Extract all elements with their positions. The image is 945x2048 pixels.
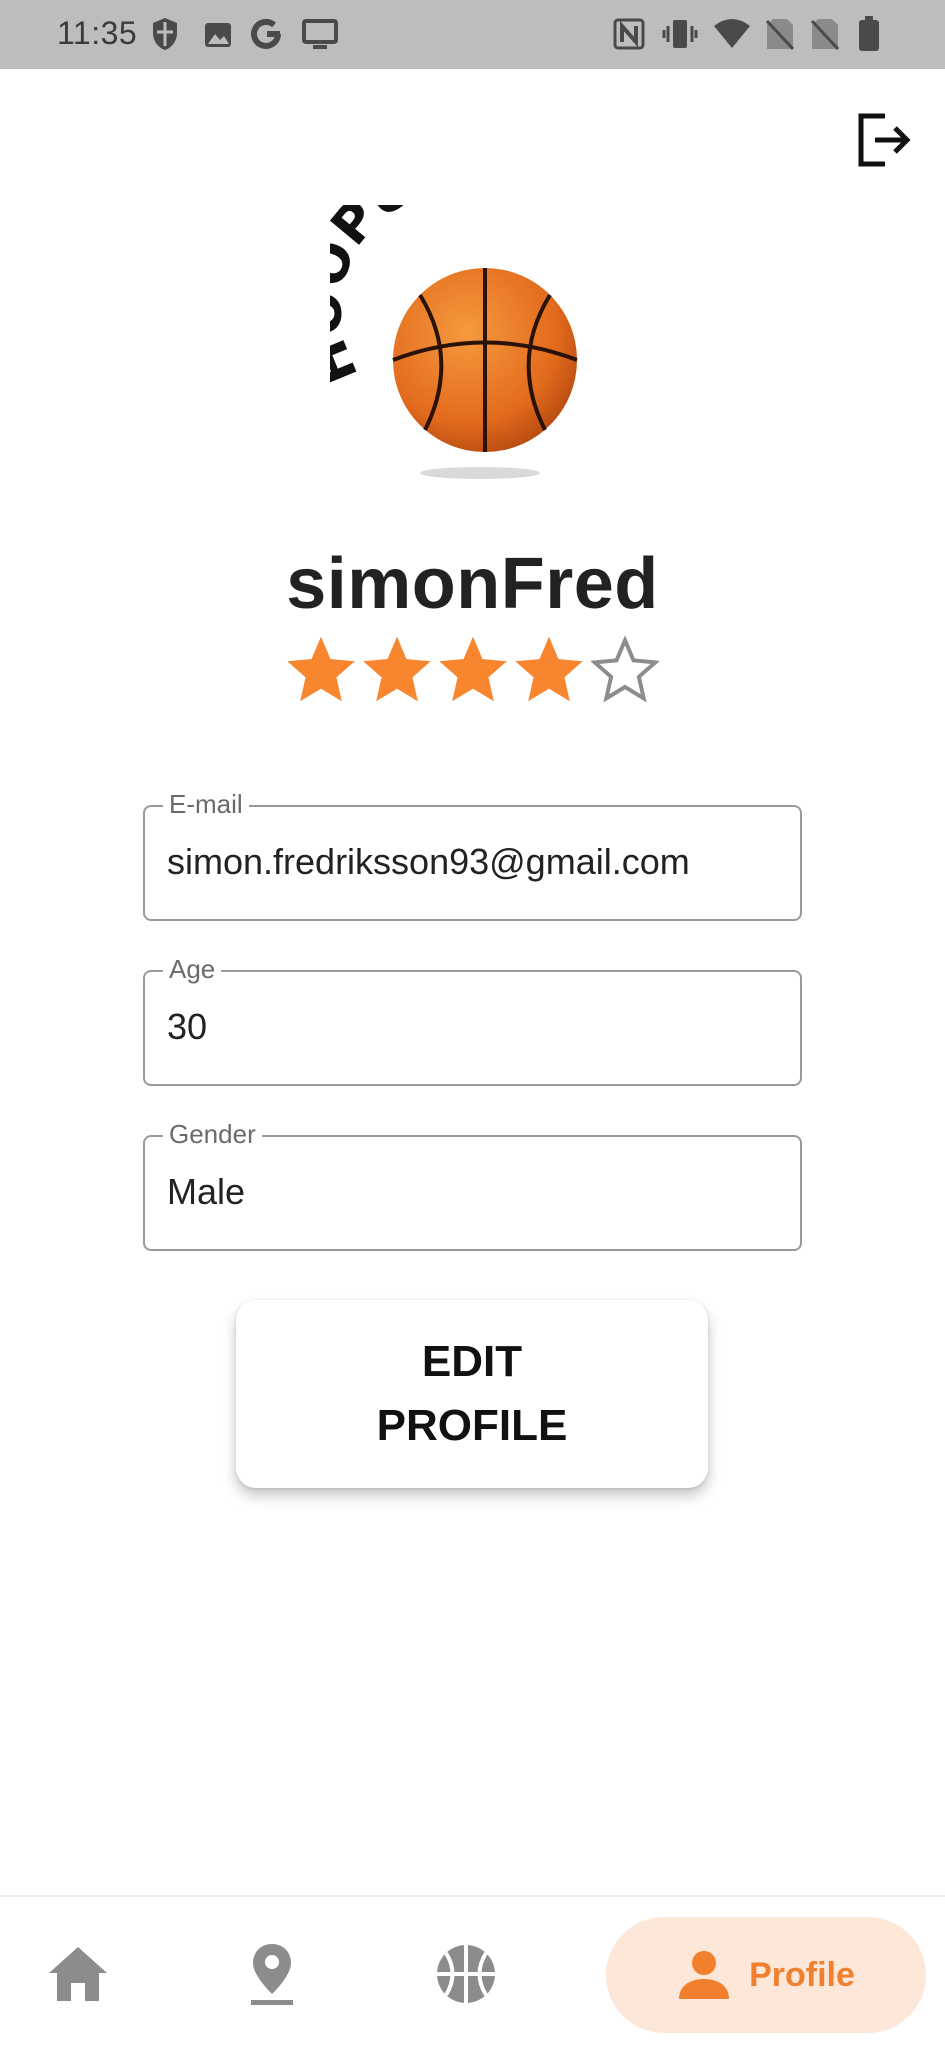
image-icon bbox=[205, 23, 231, 47]
gender-label: Gender bbox=[163, 1119, 262, 1150]
bottom-nav: Profile bbox=[0, 1895, 945, 2048]
nav-profile-label: Profile bbox=[749, 1955, 855, 1994]
star-icon bbox=[591, 636, 659, 703]
star-icon bbox=[515, 636, 583, 702]
wifi-icon bbox=[714, 19, 750, 48]
google-icon bbox=[251, 18, 281, 49]
monitor-icon bbox=[302, 19, 338, 49]
age-field[interactable]: Age 30 bbox=[143, 954, 802, 1086]
battery-icon bbox=[859, 16, 879, 51]
nav-map[interactable] bbox=[222, 1897, 322, 2048]
star-rating bbox=[287, 636, 662, 706]
age-value[interactable]: 30 bbox=[167, 1006, 207, 1048]
home-icon bbox=[49, 1946, 107, 2001]
nfc-icon bbox=[613, 18, 645, 50]
edit-profile-label: EDIT PROFILE bbox=[376, 1337, 568, 1450]
gender-value[interactable]: Male bbox=[167, 1171, 245, 1213]
logout-icon[interactable] bbox=[855, 110, 915, 170]
person-icon bbox=[679, 1951, 730, 1999]
no-sim-icon bbox=[810, 19, 840, 51]
star-icon bbox=[363, 636, 431, 702]
edit-profile-button[interactable]: EDIT PROFILE bbox=[236, 1300, 708, 1488]
vibrate-icon bbox=[662, 20, 698, 48]
star-icon bbox=[287, 636, 355, 702]
nav-home[interactable] bbox=[28, 1897, 128, 2048]
age-label: Age bbox=[163, 954, 222, 985]
hoopup-logo: HOOPUP bbox=[330, 205, 578, 479]
email-field[interactable]: E-mail simon.fredriksson93@gmail.com bbox=[143, 789, 802, 921]
gender-field[interactable]: Gender Male bbox=[143, 1119, 802, 1251]
star-icon bbox=[439, 636, 507, 702]
map-pin-icon bbox=[251, 1943, 293, 2005]
shield-icon bbox=[153, 18, 177, 50]
basketball-icon bbox=[437, 1944, 495, 2003]
email-label: E-mail bbox=[163, 789, 249, 820]
username: simonFred bbox=[286, 544, 659, 624]
no-sim-icon bbox=[765, 19, 795, 51]
status-bar: 11:35 bbox=[0, 0, 945, 69]
nav-profile[interactable]: Profile bbox=[606, 1917, 926, 2033]
email-value[interactable]: simon.fredriksson93@gmail.com bbox=[167, 841, 690, 883]
nav-games[interactable] bbox=[416, 1897, 516, 2048]
status-time: 11:35 bbox=[57, 15, 138, 51]
